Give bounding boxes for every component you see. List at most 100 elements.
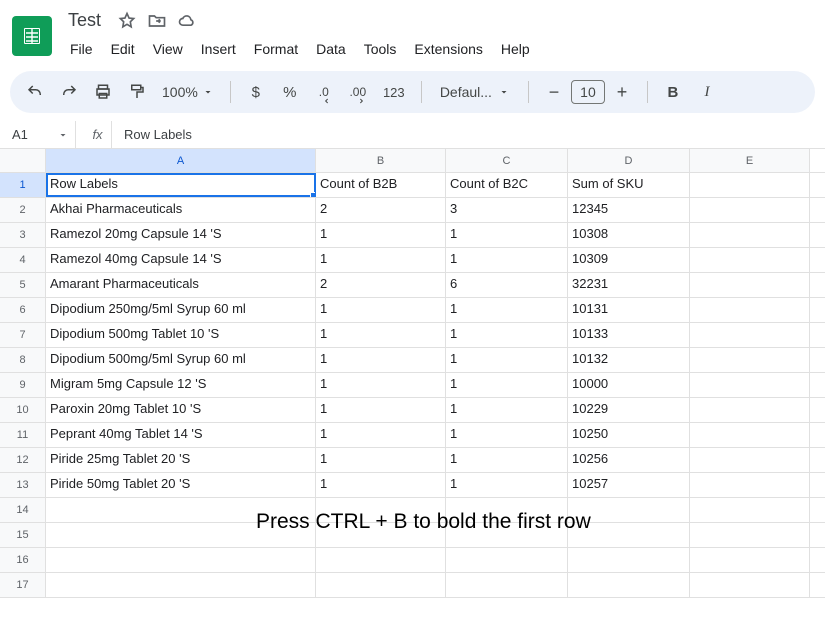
cell-D3[interactable]: 10308	[568, 223, 690, 247]
cell-D7[interactable]: 10133	[568, 323, 690, 347]
row-header-3[interactable]: 3	[0, 223, 46, 247]
cell-C10[interactable]: 1	[446, 398, 568, 422]
cell-C6[interactable]: 1	[446, 298, 568, 322]
cell-E3[interactable]	[690, 223, 810, 247]
zoom-dropdown[interactable]: 100%	[156, 84, 220, 100]
menu-extensions[interactable]: Extensions	[406, 37, 490, 61]
sheets-logo[interactable]	[12, 16, 52, 56]
cell-D5[interactable]: 32231	[568, 273, 690, 297]
cell-E9[interactable]	[690, 373, 810, 397]
column-header-B[interactable]: B	[316, 149, 446, 172]
cell-B6[interactable]: 1	[316, 298, 446, 322]
cell-D8[interactable]: 10132	[568, 348, 690, 372]
cell-A7[interactable]: Dipodium 500mg Tablet 10 'S	[46, 323, 316, 347]
cell-C5[interactable]: 6	[446, 273, 568, 297]
cell-E17[interactable]	[690, 573, 810, 597]
cell-C15[interactable]	[446, 523, 568, 547]
cell-A5[interactable]: Amarant Pharmaceuticals	[46, 273, 316, 297]
cell-C7[interactable]: 1	[446, 323, 568, 347]
cell-B14[interactable]	[316, 498, 446, 522]
cell-D6[interactable]: 10131	[568, 298, 690, 322]
cell-D2[interactable]: 12345	[568, 198, 690, 222]
undo-button[interactable]	[20, 77, 50, 107]
percent-button[interactable]: %	[275, 77, 305, 107]
menu-tools[interactable]: Tools	[356, 37, 405, 61]
cell-A9[interactable]: Migram 5mg Capsule 12 'S	[46, 373, 316, 397]
cell-E8[interactable]	[690, 348, 810, 372]
cell-E14[interactable]	[690, 498, 810, 522]
row-header-9[interactable]: 9	[0, 373, 46, 397]
star-icon[interactable]	[117, 11, 137, 31]
row-header-2[interactable]: 2	[0, 198, 46, 222]
cell-B4[interactable]: 1	[316, 248, 446, 272]
cell-D11[interactable]: 10250	[568, 423, 690, 447]
cell-A16[interactable]	[46, 548, 316, 572]
cell-D1[interactable]: Sum of SKU	[568, 173, 690, 197]
cell-C4[interactable]: 1	[446, 248, 568, 272]
cell-B15[interactable]	[316, 523, 446, 547]
cell-A12[interactable]: Piride 25mg Tablet 20 'S	[46, 448, 316, 472]
row-header-16[interactable]: 16	[0, 548, 46, 572]
increase-decimal-button[interactable]: .00	[343, 77, 373, 107]
currency-button[interactable]: $	[241, 77, 271, 107]
row-header-8[interactable]: 8	[0, 348, 46, 372]
cell-E10[interactable]	[690, 398, 810, 422]
cell-A1[interactable]: Row Labels	[46, 173, 316, 197]
cell-D13[interactable]: 10257	[568, 473, 690, 497]
cell-D4[interactable]: 10309	[568, 248, 690, 272]
cell-D14[interactable]	[568, 498, 690, 522]
cell-D9[interactable]: 10000	[568, 373, 690, 397]
cell-D17[interactable]	[568, 573, 690, 597]
cell-B3[interactable]: 1	[316, 223, 446, 247]
cell-B7[interactable]: 1	[316, 323, 446, 347]
column-header-E[interactable]: E	[690, 149, 810, 172]
cell-E1[interactable]	[690, 173, 810, 197]
row-header-17[interactable]: 17	[0, 573, 46, 597]
row-header-13[interactable]: 13	[0, 473, 46, 497]
menu-edit[interactable]: Edit	[103, 37, 143, 61]
menu-data[interactable]: Data	[308, 37, 354, 61]
increase-font-size-button[interactable]: +	[607, 77, 637, 107]
cell-C3[interactable]: 1	[446, 223, 568, 247]
cell-A3[interactable]: Ramezol 20mg Capsule 14 'S	[46, 223, 316, 247]
formula-input[interactable]: Row Labels	[120, 127, 192, 142]
cell-C14[interactable]	[446, 498, 568, 522]
column-header-A[interactable]: A	[46, 149, 316, 172]
italic-button[interactable]: I	[692, 77, 722, 107]
decrease-decimal-button[interactable]: .0	[309, 77, 339, 107]
cell-B17[interactable]	[316, 573, 446, 597]
cell-C9[interactable]: 1	[446, 373, 568, 397]
paint-format-button[interactable]	[122, 77, 152, 107]
cell-D10[interactable]: 10229	[568, 398, 690, 422]
row-header-12[interactable]: 12	[0, 448, 46, 472]
row-header-10[interactable]: 10	[0, 398, 46, 422]
cell-B12[interactable]: 1	[316, 448, 446, 472]
cell-E15[interactable]	[690, 523, 810, 547]
row-header-11[interactable]: 11	[0, 423, 46, 447]
row-header-7[interactable]: 7	[0, 323, 46, 347]
print-button[interactable]	[88, 77, 118, 107]
column-header-D[interactable]: D	[568, 149, 690, 172]
cell-E2[interactable]	[690, 198, 810, 222]
cell-C12[interactable]: 1	[446, 448, 568, 472]
menu-format[interactable]: Format	[246, 37, 306, 61]
more-formats-button[interactable]: 123	[377, 77, 411, 107]
cell-E13[interactable]	[690, 473, 810, 497]
row-header-4[interactable]: 4	[0, 248, 46, 272]
font-family-dropdown[interactable]: Defaul...	[432, 84, 518, 100]
row-header-6[interactable]: 6	[0, 298, 46, 322]
cell-E7[interactable]	[690, 323, 810, 347]
menu-file[interactable]: File	[62, 37, 101, 61]
cell-A13[interactable]: Piride 50mg Tablet 20 'S	[46, 473, 316, 497]
menu-view[interactable]: View	[145, 37, 191, 61]
name-box[interactable]: A1	[6, 121, 76, 148]
cell-E6[interactable]	[690, 298, 810, 322]
cell-A2[interactable]: Akhai Pharmaceuticals	[46, 198, 316, 222]
cell-B8[interactable]: 1	[316, 348, 446, 372]
decrease-font-size-button[interactable]: −	[539, 77, 569, 107]
row-header-5[interactable]: 5	[0, 273, 46, 297]
cell-C2[interactable]: 3	[446, 198, 568, 222]
cell-A4[interactable]: Ramezol 40mg Capsule 14 'S	[46, 248, 316, 272]
cell-A6[interactable]: Dipodium 250mg/5ml Syrup 60 ml	[46, 298, 316, 322]
cell-A15[interactable]	[46, 523, 316, 547]
